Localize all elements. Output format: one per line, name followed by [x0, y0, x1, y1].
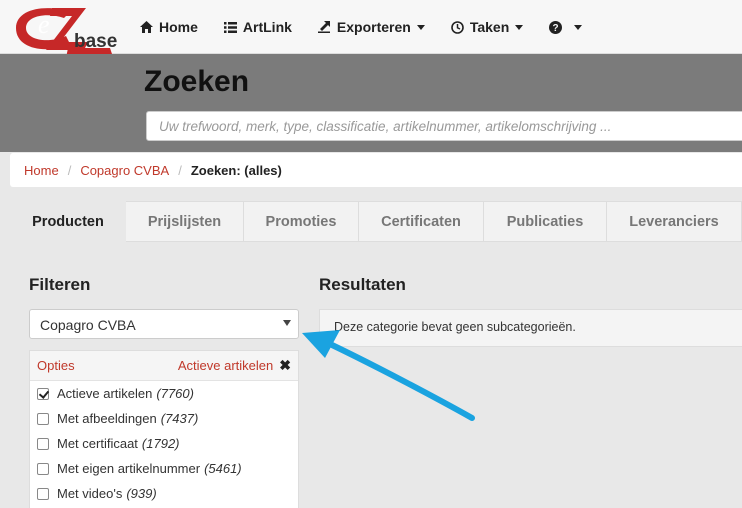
nav-exporteren-label: Exporteren: [336, 19, 411, 35]
breadcrumb-home[interactable]: Home: [24, 163, 59, 178]
nav-taken[interactable]: Taken: [451, 19, 524, 35]
checkbox[interactable]: [37, 412, 49, 425]
option-met-afbeeldingen[interactable]: Met afbeeldingen (7437): [30, 406, 298, 431]
nav-taken-label: Taken: [469, 19, 510, 35]
logo-letter: e: [38, 10, 50, 39]
active-filter-tag[interactable]: Actieve artikelen ✖: [178, 357, 291, 374]
nav-help[interactable]: ?: [549, 20, 583, 34]
option-label: Met eigen artikelnummer: [57, 461, 201, 476]
option-count: (5461): [204, 461, 242, 476]
results-heading: Resultaten: [319, 275, 406, 294]
export-icon: [317, 21, 331, 33]
nav-artlink-label: ArtLink: [242, 19, 292, 35]
options-header: Opties Actieve artikelen ✖: [30, 351, 298, 381]
supplier-select-value: Copagro CVBA: [40, 317, 136, 333]
checkbox[interactable]: [37, 487, 49, 500]
page-title: Zoeken: [144, 65, 250, 98]
checkbox[interactable]: [37, 387, 49, 400]
search-input[interactable]: [146, 111, 742, 141]
tab-leveranciers[interactable]: Leveranciers: [607, 201, 742, 242]
option-label: Actieve artikelen: [57, 386, 153, 401]
option-count: (1792): [141, 436, 180, 451]
chevron-down-icon: [574, 24, 583, 30]
logo-text: base: [74, 31, 117, 52]
breadcrumb-supplier[interactable]: Copagro CVBA: [80, 163, 169, 178]
options-label: Opties: [37, 358, 75, 373]
option-count: (939): [126, 486, 157, 501]
list-icon: [223, 21, 237, 33]
breadcrumb-separator: /: [178, 162, 182, 178]
result-tabs: Producten Prijslijsten Promoties Certifi…: [10, 201, 742, 242]
checkbox[interactable]: [37, 437, 49, 450]
option-met-eigen-artikelnummer[interactable]: Met eigen artikelnummer (5461): [30, 456, 298, 481]
top-navbar: e base Home ArtLink Exporteren Taken ?: [0, 0, 742, 58]
option-label: Met video's: [57, 486, 123, 501]
close-icon[interactable]: ✖: [279, 357, 291, 374]
tab-producten[interactable]: Producten: [10, 201, 126, 242]
option-label: Met afbeeldingen: [57, 411, 157, 426]
supplier-select[interactable]: Copagro CVBA: [29, 309, 299, 339]
results-message-box: Deze categorie bevat geen subcategorieën…: [319, 309, 742, 347]
breadcrumb-current: Zoeken: (alles): [190, 162, 282, 178]
main-nav: Home ArtLink Exporteren Taken ?: [140, 0, 608, 54]
search-hero: Zoeken: [0, 54, 742, 152]
clock-icon: [451, 20, 464, 34]
option-met-certificaat[interactable]: Met certificaat (1792): [30, 431, 298, 456]
results-message: Deze categorie bevat geen subcategorieën…: [334, 320, 576, 334]
nav-artlink[interactable]: ArtLink: [223, 19, 292, 35]
tab-prijslijsten[interactable]: Prijslijsten: [126, 201, 244, 242]
help-icon: ?: [549, 20, 563, 34]
tab-promoties[interactable]: Promoties: [244, 201, 359, 242]
chevron-down-icon: [515, 24, 524, 30]
home-icon: [140, 21, 153, 33]
filter-options-panel: Opties Actieve artikelen ✖ Actieve artik…: [29, 350, 299, 508]
filter-heading: Filteren: [29, 275, 91, 294]
active-filter-label: Actieve artikelen: [177, 358, 274, 373]
option-met-videos[interactable]: Met video's (939): [30, 481, 298, 506]
tab-certificaten[interactable]: Certificaten: [359, 201, 484, 242]
option-label: Met certificaat: [57, 436, 138, 451]
tab-publicaties[interactable]: Publicaties: [484, 201, 607, 242]
breadcrumb: Home / Copagro CVBA / Zoeken: (alles): [10, 153, 742, 187]
option-count: (7760): [156, 386, 194, 401]
chevron-down-icon: [416, 24, 425, 30]
option-actieve-artikelen[interactable]: Actieve artikelen (7760): [30, 381, 298, 406]
nav-home[interactable]: Home: [140, 19, 198, 35]
breadcrumb-separator: /: [67, 162, 72, 178]
svg-text:?: ?: [553, 23, 559, 34]
select-arrow-icon: [283, 320, 291, 326]
option-count: (7437): [160, 411, 199, 426]
nav-exporteren[interactable]: Exporteren: [317, 19, 425, 35]
checkbox[interactable]: [37, 462, 49, 475]
nav-home-label: Home: [159, 19, 198, 35]
